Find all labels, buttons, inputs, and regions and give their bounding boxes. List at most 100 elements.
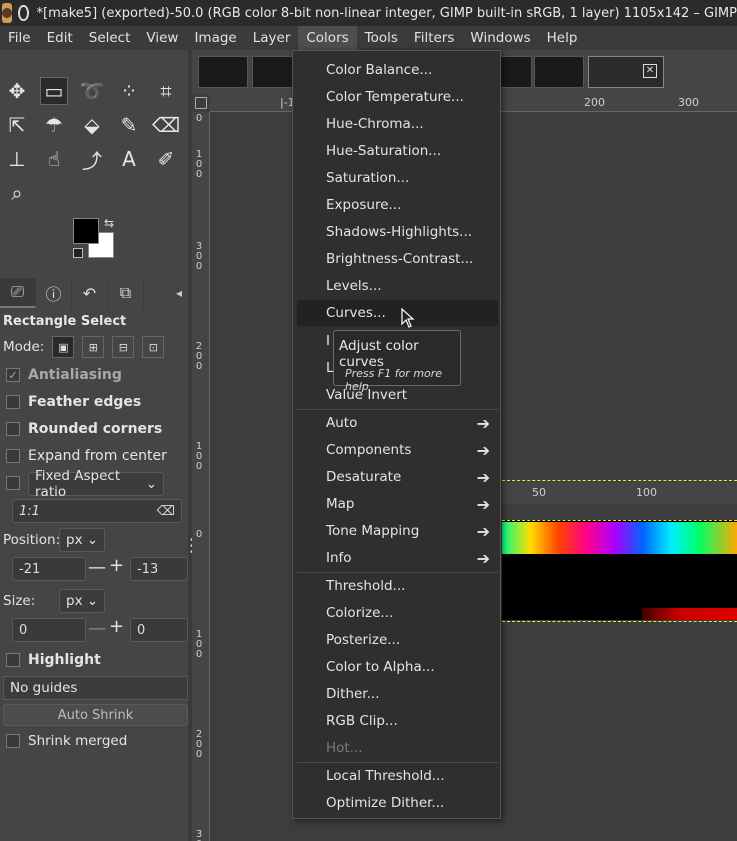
- default-colors-icon[interactable]: [73, 248, 83, 258]
- menu-item-auto[interactable]: Auto ➔: [297, 410, 498, 436]
- image-tab-thumbnail[interactable]: [198, 56, 248, 88]
- plus-icon[interactable]: +: [109, 555, 124, 576]
- menu-item-rgb-clip[interactable]: RGB Clip...: [297, 708, 498, 734]
- fixed-checkbox[interactable]: [6, 476, 20, 490]
- clear-icon[interactable]: ⌫: [157, 504, 175, 519]
- mode-subtract-icon[interactable]: ⊟: [112, 336, 135, 358]
- feather-edges-row[interactable]: Feather edges: [6, 394, 141, 410]
- highlight-row[interactable]: Highlight: [6, 652, 101, 668]
- zoom-tool-icon[interactable]: ⌕: [3, 179, 31, 207]
- smudge-tool-icon[interactable]: ☝: [40, 145, 68, 173]
- menu-item-saturation[interactable]: Saturation...: [297, 165, 498, 191]
- size-w-input[interactable]: 0: [12, 618, 86, 642]
- chevron-down-icon: ⌄: [86, 532, 98, 548]
- menu-item-brightness-contrast[interactable]: Brightness-Contrast...: [297, 246, 498, 272]
- menu-item-map[interactable]: Map ➔: [297, 491, 498, 517]
- menu-image[interactable]: Image: [186, 26, 244, 50]
- antialiasing-checkbox[interactable]: ✓: [6, 368, 20, 382]
- menu-item-exposure[interactable]: Exposure...: [297, 192, 498, 218]
- menu-item-optimize-dither[interactable]: Optimize Dither...: [297, 790, 498, 816]
- mode-intersect-icon[interactable]: ⊡: [142, 336, 165, 358]
- menu-item-hue-chroma[interactable]: Hue-Chroma...: [297, 111, 498, 137]
- vertical-ruler[interactable]: 0 100 300 200 100 0 100 200 300: [192, 112, 210, 841]
- rounded-corners-row[interactable]: Rounded corners: [6, 421, 162, 437]
- minus-icon: —: [88, 618, 106, 639]
- plus-icon[interactable]: +: [109, 616, 124, 637]
- menu-item-curves[interactable]: Curves...: [297, 300, 498, 326]
- lasso-tool-icon[interactable]: ➰: [78, 77, 106, 105]
- menu-tools[interactable]: Tools: [357, 26, 406, 50]
- warp-tool-icon[interactable]: ☂: [40, 111, 68, 139]
- menu-file[interactable]: File: [0, 26, 39, 50]
- size-unit-select[interactable]: px ⌄: [59, 589, 105, 613]
- text-tool-icon[interactable]: A: [115, 145, 143, 173]
- menu-item-local-threshold[interactable]: Local Threshold...: [297, 763, 498, 789]
- foreground-color-swatch[interactable]: [73, 218, 99, 244]
- shrink-merged-row[interactable]: Shrink merged: [6, 733, 127, 749]
- undo-history-tab-icon[interactable]: ↶: [72, 278, 108, 308]
- mode-add-icon[interactable]: ⊞: [82, 336, 105, 358]
- menu-windows[interactable]: Windows: [462, 26, 538, 50]
- menu-item-threshold[interactable]: Threshold...: [297, 573, 498, 599]
- ruler-corner-icon[interactable]: [195, 97, 207, 109]
- gimp-app-icon[interactable]: [2, 3, 13, 23]
- rounded-corners-checkbox[interactable]: [6, 422, 20, 436]
- menu-item-colorize[interactable]: Colorize...: [297, 600, 498, 626]
- image-tab-thumbnail[interactable]: [534, 56, 584, 88]
- menu-item-hue-saturation[interactable]: Hue-Saturation...: [297, 138, 498, 164]
- swap-colors-icon[interactable]: ⇆: [104, 216, 114, 230]
- menu-item-tone-mapping[interactable]: Tone Mapping ➔: [297, 518, 498, 544]
- menu-item-color-temperature[interactable]: Color Temperature...: [297, 84, 498, 110]
- unified-transform-tool-icon[interactable]: ⇱: [3, 111, 31, 139]
- menu-item-desaturate[interactable]: Desaturate ➔: [297, 464, 498, 490]
- eraser-tool-icon[interactable]: ⌫: [152, 111, 180, 139]
- menu-item-color-to-alpha[interactable]: Color to Alpha...: [297, 654, 498, 680]
- menu-help[interactable]: Help: [539, 26, 586, 50]
- tool-options-tab-icon[interactable]: ⎚: [0, 278, 36, 308]
- color-picker-tool-icon[interactable]: ✐: [152, 145, 180, 173]
- bucket-fill-tool-icon[interactable]: ⬙: [78, 111, 106, 139]
- menu-filters[interactable]: Filters: [406, 26, 462, 50]
- mode-replace-icon[interactable]: ▣: [52, 336, 75, 358]
- antialiasing-row[interactable]: ✓ Antialiasing: [6, 367, 122, 383]
- expand-from-center-checkbox[interactable]: [6, 449, 20, 463]
- highlight-checkbox[interactable]: [6, 653, 20, 667]
- menu-view[interactable]: View: [138, 26, 186, 50]
- feather-edges-checkbox[interactable]: [6, 395, 20, 409]
- minus-icon[interactable]: —: [88, 557, 106, 578]
- clone-tool-icon[interactable]: ⊥: [3, 145, 31, 173]
- fuzzy-select-tool-icon[interactable]: ⁘: [115, 77, 143, 105]
- menu-item-color-balance[interactable]: Color Balance...: [297, 57, 498, 83]
- menu-item-levels[interactable]: Levels...: [297, 273, 498, 299]
- menu-item-dither[interactable]: Dither...: [297, 681, 498, 707]
- pin-icon[interactable]: [18, 5, 29, 21]
- menu-item-info[interactable]: Info ➔: [297, 545, 498, 571]
- device-status-tab-icon[interactable]: ⓘ: [36, 278, 72, 308]
- menu-colors[interactable]: Colors: [298, 26, 357, 50]
- paintbrush-tool-icon[interactable]: ✎: [115, 111, 143, 139]
- rect-select-tool-icon[interactable]: ▭: [40, 77, 68, 105]
- menu-layer[interactable]: Layer: [245, 26, 299, 50]
- guides-select[interactable]: No guides: [3, 676, 188, 700]
- size-h-input[interactable]: 0: [130, 618, 188, 642]
- menu-item-label: Color to Alpha...: [326, 659, 435, 675]
- menu-item-posterize[interactable]: Posterize...: [297, 627, 498, 653]
- close-tab-icon[interactable]: ✕: [643, 64, 657, 78]
- shrink-merged-checkbox[interactable]: [6, 734, 20, 748]
- menu-edit[interactable]: Edit: [39, 26, 81, 50]
- crop-tool-icon[interactable]: ⌗: [152, 77, 180, 105]
- position-y-input[interactable]: -13: [130, 557, 188, 581]
- position-x-input[interactable]: -21: [12, 557, 86, 581]
- menu-select[interactable]: Select: [81, 26, 139, 50]
- paths-tool-icon[interactable]: ⤴: [78, 145, 106, 173]
- menu-item-components[interactable]: Components ➔: [297, 437, 498, 463]
- menu-item-shadows-highlights[interactable]: Shadows-Highlights...: [297, 219, 498, 245]
- images-tab-icon[interactable]: ⧉: [108, 278, 144, 308]
- dock-menu-arrow-icon[interactable]: ◂: [176, 286, 182, 300]
- fixed-mode-select[interactable]: Fixed Aspect ratio ⌄: [28, 468, 164, 500]
- aspect-ratio-input[interactable]: 1:1 ⌫: [12, 499, 182, 523]
- expand-from-center-row[interactable]: Expand from center: [6, 448, 167, 464]
- position-unit-select[interactable]: px ⌄: [59, 528, 105, 552]
- move-tool-icon[interactable]: ✥: [3, 77, 31, 105]
- auto-shrink-button[interactable]: Auto Shrink: [3, 704, 188, 726]
